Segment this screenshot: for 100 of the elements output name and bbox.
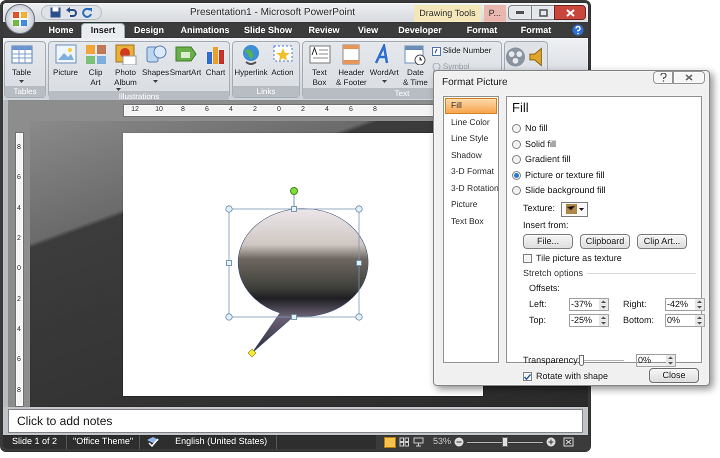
group-label: Links: [233, 86, 299, 97]
close-button[interactable]: [554, 5, 586, 20]
transparency-label: Transparency:: [523, 354, 579, 367]
insert-button[interactable]: File...: [523, 234, 573, 249]
text-box-icon: [308, 44, 330, 65]
ribbon-tab[interactable]: View: [349, 23, 387, 38]
resize-handle[interactable]: [355, 313, 363, 321]
tile-checkbox[interactable]: [523, 254, 532, 264]
radio-button[interactable]: [512, 124, 521, 134]
insert-button[interactable]: Clip Art...: [637, 234, 687, 249]
resize-handle[interactable]: [225, 205, 233, 213]
texture-swatch-icon: [566, 204, 577, 214]
header-footer-icon: [340, 44, 362, 65]
adjustment-handle[interactable]: [248, 348, 256, 358]
zoom-in-icon[interactable]: [546, 437, 556, 447]
ribbon-button[interactable]: Shapes: [141, 44, 170, 83]
help-icon: [660, 73, 666, 82]
rotate-checkbox[interactable]: [523, 372, 532, 382]
ribbon-tab[interactable]: Review: [299, 23, 349, 38]
resize-handle[interactable]: [225, 313, 233, 321]
insert-button[interactable]: Clipboard: [580, 234, 630, 249]
radio-button[interactable]: [512, 186, 521, 196]
spell-check-icon[interactable]: [146, 437, 160, 447]
omega-icon: [432, 62, 441, 72]
close-button[interactable]: [673, 71, 705, 84]
ribbon-button[interactable]: Clip Art: [81, 44, 110, 88]
ribbon-tab[interactable]: Developer: [387, 23, 453, 38]
office-button[interactable]: [5, 4, 35, 34]
transparency-slider-thumb[interactable]: [579, 354, 584, 366]
fit-to-window-icon[interactable]: [563, 437, 574, 447]
ribbon-button[interactable]: WordArt: [368, 44, 400, 83]
redo-icon[interactable]: [82, 7, 93, 18]
ribbon-button[interactable]: Picture: [51, 44, 80, 78]
category-item[interactable]: 3-D Rotation: [445, 180, 497, 196]
offset-label: Bottom:: [623, 314, 656, 327]
resize-handle[interactable]: [226, 260, 232, 266]
resize-handle[interactable]: [356, 260, 362, 266]
calendar-icon: [404, 44, 426, 65]
category-item[interactable]: Text Box: [445, 214, 497, 229]
save-icon[interactable]: [50, 7, 61, 18]
ribbon-button[interactable]: Photo Album: [111, 44, 140, 91]
texture-dropdown[interactable]: [561, 202, 588, 216]
radio-button[interactable]: [512, 140, 521, 149]
ribbon-tab[interactable]: Design: [125, 23, 173, 38]
rotation-handle[interactable]: [290, 187, 298, 195]
minimize-button[interactable]: [508, 5, 532, 20]
speech-bubble-photo[interactable]: [238, 208, 368, 354]
resize-handle[interactable]: [291, 206, 297, 212]
ribbon-small-button[interactable]: Slide Number: [432, 45, 492, 57]
radio-label: No fill: [525, 122, 548, 135]
ribbon-button[interactable]: SmartArt: [171, 44, 200, 78]
radio-label: Slide background fill: [525, 184, 606, 197]
category-item[interactable]: Picture: [445, 197, 497, 212]
ribbon-button[interactable]: Chart: [201, 44, 230, 78]
group-label: Tables: [5, 86, 45, 97]
category-item[interactable]: Fill: [445, 98, 497, 114]
help-button[interactable]: [653, 71, 673, 84]
category-item[interactable]: 3-D Format: [445, 164, 497, 180]
category-item[interactable]: Line Color: [445, 114, 497, 130]
ribbon-tab[interactable]: Animations: [173, 23, 237, 38]
zoom-slider-thumb[interactable]: [502, 437, 508, 447]
offset-label: Top:: [529, 314, 548, 327]
ribbon-tab[interactable]: Home: [41, 23, 81, 38]
category-item[interactable]: Line Style: [445, 131, 497, 146]
normal-view-button[interactable]: [384, 436, 396, 448]
radio-button[interactable]: [512, 155, 521, 164]
undo-icon[interactable]: [66, 7, 77, 18]
texture-label: Texture:: [523, 202, 556, 216]
transparency-slider[interactable]: [579, 354, 624, 366]
resize-handle[interactable]: [355, 205, 363, 213]
maximize-button[interactable]: [532, 5, 554, 20]
zoom-out-icon[interactable]: [454, 437, 464, 447]
ribbon-tab[interactable]: Format: [511, 23, 561, 38]
radio-label: Gradient fill: [525, 153, 571, 166]
radio-button[interactable]: [512, 170, 521, 180]
ribbon-button[interactable]: Hyperlink: [235, 44, 267, 78]
ribbon-button[interactable]: Action: [268, 44, 297, 78]
ribbon-button[interactable]: Table: [7, 44, 36, 83]
ribbon-tab[interactable]: Insert: [81, 23, 125, 38]
help-icon[interactable]: [572, 24, 584, 36]
window-title: Presentation1 - Microsoft PowerPoint: [190, 6, 356, 20]
language-label: English (United States): [166, 435, 278, 449]
film-reel-icon[interactable]: [505, 46, 526, 68]
bar-chart-icon: [204, 44, 226, 65]
caret-icon: [578, 208, 584, 210]
zoom-slider[interactable]: [467, 437, 543, 447]
ribbon-button[interactable]: Text Box: [305, 44, 334, 88]
close-button[interactable]: Close: [649, 368, 699, 383]
ribbon-button[interactable]: Header & Footer: [335, 44, 368, 88]
zoom-level-label: 53%: [432, 435, 451, 448]
offsets-label: Offsets:: [529, 282, 561, 295]
grid-icon[interactable]: [398, 437, 410, 447]
notes-field[interactable]: Click to add notes: [8, 409, 583, 433]
ribbon-button[interactable]: Date & Time: [400, 44, 430, 88]
slideshow-icon[interactable]: [412, 437, 424, 447]
insert-from-label: Insert from:: [523, 218, 570, 232]
ribbon-tab[interactable]: Format: [453, 23, 511, 38]
resize-handle[interactable]: [291, 314, 297, 320]
category-item[interactable]: Shadow: [445, 148, 497, 163]
ribbon-tab[interactable]: Slide Show: [237, 23, 299, 38]
